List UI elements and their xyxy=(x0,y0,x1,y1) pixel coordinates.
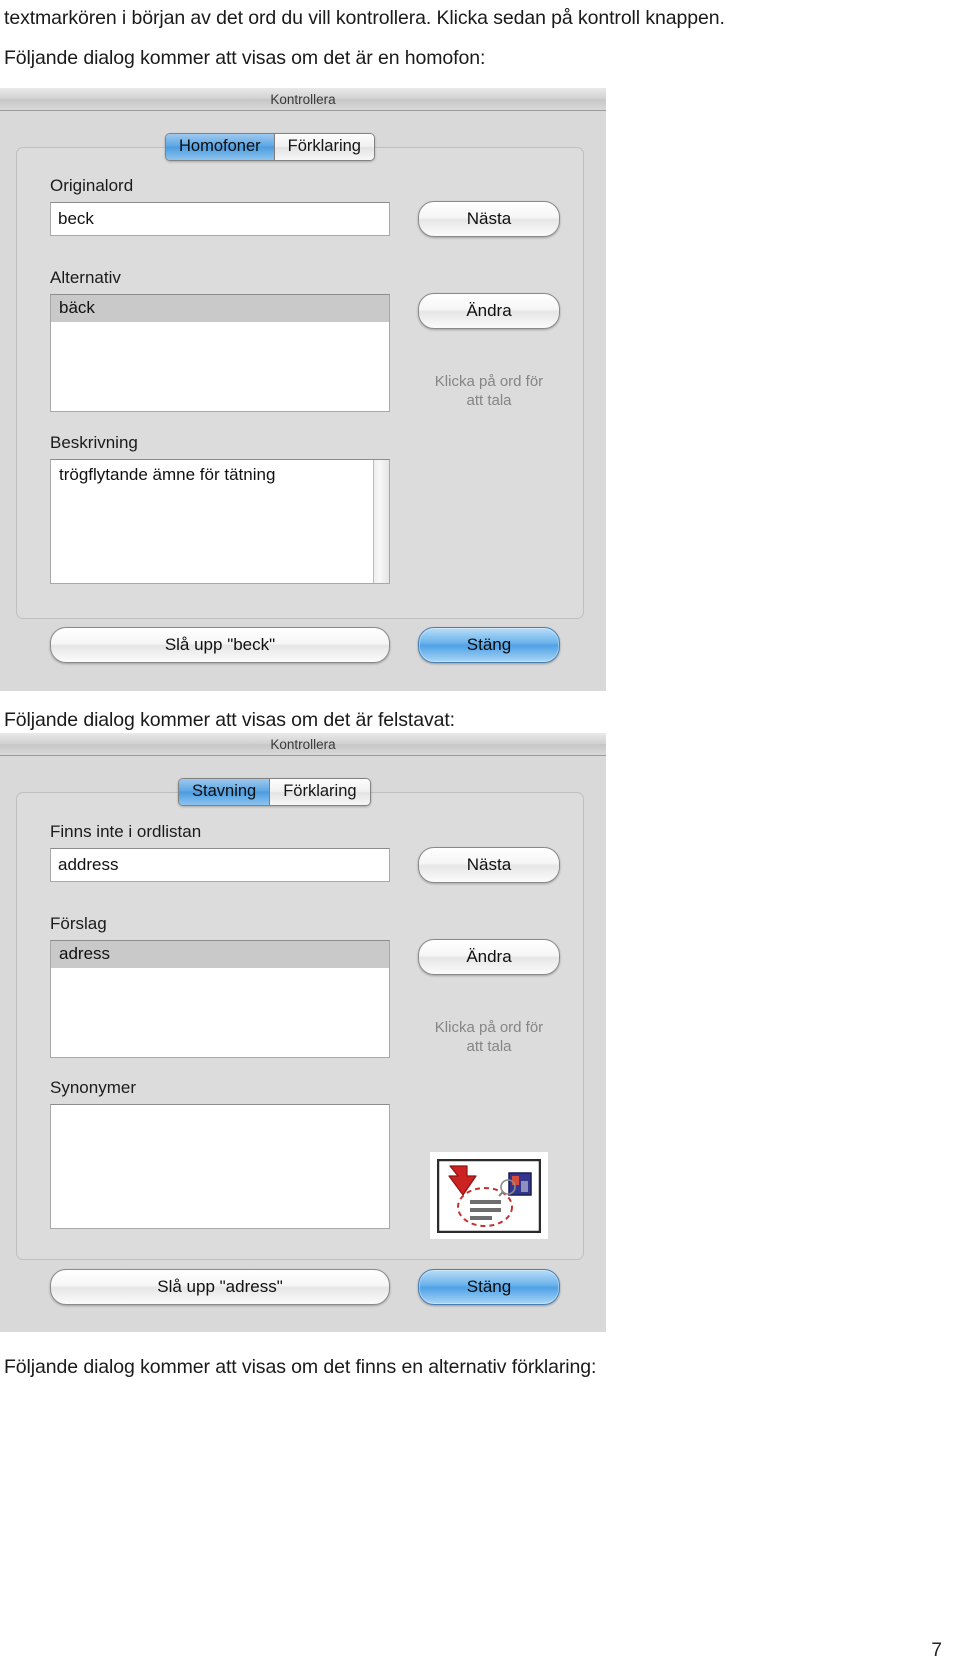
textarea-beskrivning-value: trögflytande ämne för tätning xyxy=(59,465,276,484)
dialog-spelling-tabstrip: Stavning Förklaring xyxy=(178,778,371,807)
beskrivning-scrollbar[interactable] xyxy=(373,460,389,583)
close-button[interactable]: Stäng xyxy=(418,627,560,663)
paragraph-intro: textmarkören i början av det ord du vill… xyxy=(4,7,725,29)
list-synonymer[interactable] xyxy=(50,1104,390,1229)
tab-forklaring[interactable]: Förklaring xyxy=(274,134,374,161)
dialog-spelling-title: Kontrollera xyxy=(270,736,336,752)
dialog-spelling-titlebar[interactable]: Kontrollera xyxy=(0,733,606,756)
close-button-2[interactable]: Stäng xyxy=(418,1269,560,1305)
page-number: 7 xyxy=(931,1640,942,1661)
change-button-2[interactable]: Ändra xyxy=(418,939,560,975)
label-beskrivning: Beskrivning xyxy=(50,433,138,452)
dialog-homophone-titlebar[interactable]: Kontrollera xyxy=(0,88,606,111)
tab-forklaring-2[interactable]: Förklaring xyxy=(270,779,370,806)
document-arrow-highlight-icon xyxy=(430,1152,548,1239)
input-originalord[interactable]: beck xyxy=(50,202,390,236)
input-misspelled-word-value: address xyxy=(58,855,119,874)
tab-homofoner[interactable]: Homofoner xyxy=(166,134,275,161)
next-button[interactable]: Nästa xyxy=(418,201,560,237)
dialog-homophone-tabstrip: Homofoner Förklaring xyxy=(165,133,375,162)
next-button-2[interactable]: Nästa xyxy=(418,847,560,883)
list-item[interactable]: bäck xyxy=(51,295,389,322)
input-originalord-value: beck xyxy=(58,209,94,228)
list-forslag[interactable]: adress xyxy=(50,940,390,1058)
lookup-button[interactable]: Slå upp "beck" xyxy=(50,627,390,663)
speak-hint-2: Klicka på ord för att tala xyxy=(434,1019,544,1055)
label-originalord: Originalord xyxy=(50,176,134,195)
textarea-beskrivning[interactable]: trögflytande ämne för tätning xyxy=(50,459,390,584)
label-synonymer: Synonymer xyxy=(50,1078,136,1097)
speak-hint: Klicka på ord för att tala xyxy=(434,373,544,409)
dialog-spelling: Kontrollera Stavning Förklaring Finns in… xyxy=(0,733,606,1332)
dialog-homophone: Kontrollera Homofoner Förklaring Origina… xyxy=(0,88,606,691)
paragraph-explanation-caption: Följande dialog kommer att visas om det … xyxy=(4,1356,597,1378)
list-item[interactable]: adress xyxy=(51,941,389,968)
change-button[interactable]: Ändra xyxy=(418,293,560,329)
paragraph-spelling-caption: Följande dialog kommer att visas om det … xyxy=(4,709,455,731)
label-finns-inte-i-ordlistan: Finns inte i ordlistan xyxy=(50,822,202,841)
dialog-homophone-title: Kontrollera xyxy=(270,91,336,107)
lookup-button-2[interactable]: Slå upp "adress" xyxy=(50,1269,390,1305)
tab-stavning[interactable]: Stavning xyxy=(179,779,271,806)
list-alternativ[interactable]: bäck xyxy=(50,294,390,412)
label-alternativ: Alternativ xyxy=(50,268,121,287)
dialog-homophone-body: Homofoner Förklaring Originalord beck Nä… xyxy=(0,111,606,691)
input-misspelled-word[interactable]: address xyxy=(50,848,390,882)
paragraph-homophone-caption: Följande dialog kommer att visas om det … xyxy=(4,47,486,69)
label-forslag: Förslag xyxy=(50,914,107,933)
dialog-spelling-body: Stavning Förklaring Finns inte i ordlist… xyxy=(0,756,606,1332)
